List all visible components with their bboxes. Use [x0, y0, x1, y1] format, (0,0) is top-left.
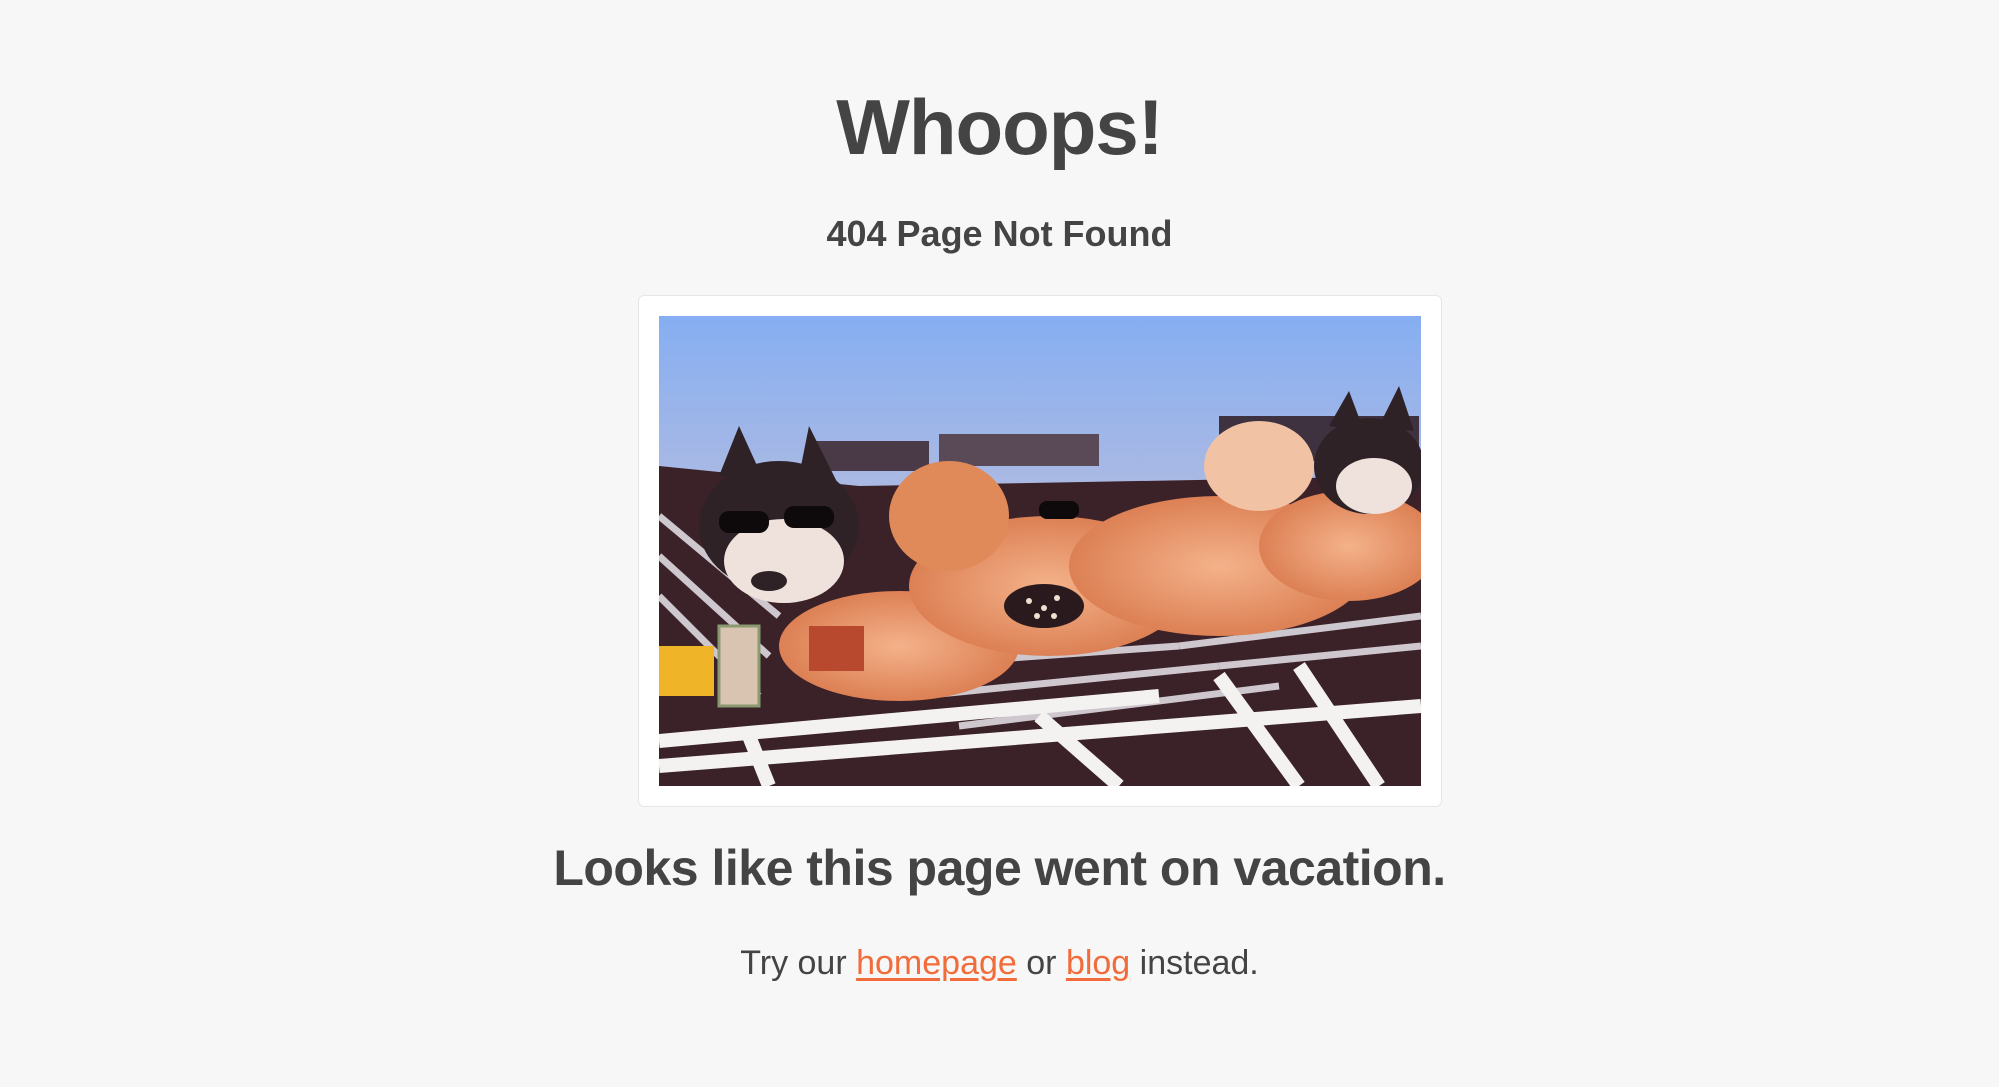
suggestion-suffix: instead. — [1139, 944, 1259, 982]
error-code-label: 404 Page Not Found — [826, 213, 1173, 254]
error-page: Whoops! 404 Page Not Found Looks like th… — [0, 0, 1999, 1087]
navigation-suggestion: Try our homepage or blog instead. — [0, 946, 1999, 980]
vacation-dogs-image — [659, 316, 1421, 786]
vacation-message: Looks like this page went on vacation. — [553, 840, 1446, 896]
homepage-link[interactable]: homepage — [856, 944, 1017, 982]
blog-link[interactable]: blog — [1066, 944, 1130, 982]
photo-frame — [638, 295, 1442, 807]
suggestion-middle: or — [1026, 944, 1057, 982]
page-title: Whoops! — [836, 83, 1164, 171]
suggestion-prefix: Try our — [740, 944, 847, 982]
